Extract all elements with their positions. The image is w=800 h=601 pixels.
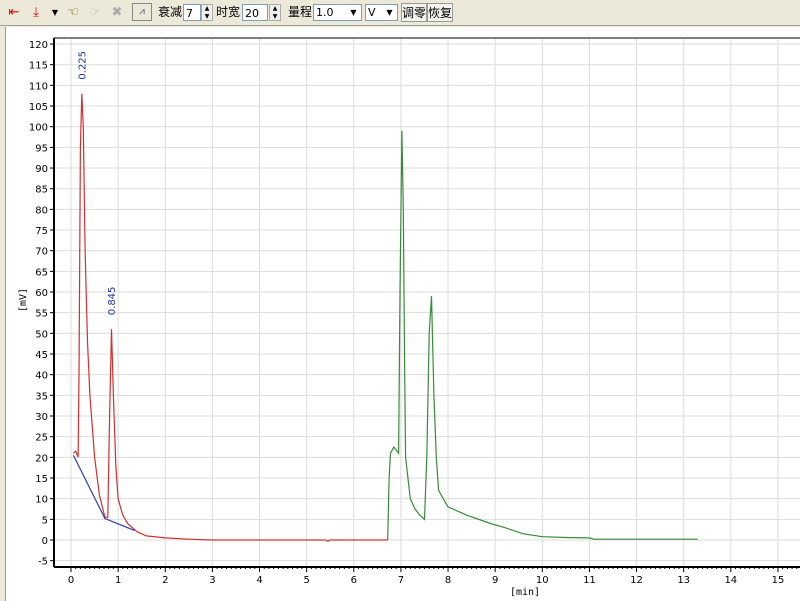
x-tick-label: 15 — [772, 575, 785, 586]
x-tick-label: 7 — [398, 575, 404, 586]
y-tick-label: 10 — [35, 495, 48, 506]
x-tick-label: 14 — [724, 575, 737, 586]
x-tick-label: 12 — [630, 575, 643, 586]
y-tick-label: 5 — [42, 515, 48, 526]
y-tick-label: 80 — [35, 205, 48, 216]
y-tick-label: 0 — [42, 536, 48, 547]
y-tick-label: 65 — [35, 267, 48, 278]
peak-label: 0.225 — [78, 51, 89, 80]
y-tick-label: 100 — [29, 123, 48, 134]
x-tick-label: 6 — [351, 575, 357, 586]
x-tick-label: 1 — [115, 575, 121, 586]
y-tick-label: 120 — [29, 40, 48, 51]
y-tick-label: 85 — [35, 185, 48, 196]
x-tick-label: 8 — [445, 575, 451, 586]
y-tick-label: -5 — [38, 557, 48, 568]
y-tick-label: 45 — [35, 350, 48, 361]
y-tick-label: 15 — [35, 474, 48, 485]
x-tick-label: 0 — [68, 575, 74, 586]
y-tick-label: 55 — [35, 309, 48, 320]
y-tick-label: 25 — [35, 433, 48, 444]
x-tick-label: 5 — [303, 575, 309, 586]
y-tick-label: 90 — [35, 164, 48, 175]
y-tick-label: 30 — [35, 412, 48, 423]
red-trace — [72, 93, 388, 542]
chromatogram-chart: 0 1 2 3 4 5 6 7 8 9 10 11 12 13 14 15-50510152025303540… — [18, 37, 800, 598]
x-tick-label: 4 — [256, 575, 262, 586]
y-tick-label: 20 — [35, 453, 48, 464]
x-tick-label: 11 — [583, 575, 596, 586]
x-tick-label: 3 — [209, 575, 215, 586]
x-axis-label: [min] — [510, 587, 540, 598]
y-tick-label: 105 — [29, 102, 48, 113]
y-tick-label: 75 — [35, 226, 48, 237]
y-tick-label: 70 — [35, 247, 48, 258]
x-tick-label: 2 — [162, 575, 168, 586]
x-tick-label: 9 — [492, 575, 498, 586]
y-tick-label: 95 — [35, 143, 48, 154]
y-tick-label: 40 — [35, 371, 48, 382]
y-tick-label: 115 — [29, 61, 48, 72]
y-tick-label: 110 — [29, 81, 48, 92]
y-axis-label: [mV] — [18, 288, 29, 312]
x-tick-label: 10 — [536, 575, 549, 586]
y-tick-label: 60 — [35, 288, 48, 299]
y-tick-label: 50 — [35, 329, 48, 340]
peak-label: 0.845 — [107, 287, 118, 316]
y-tick-label: 35 — [35, 391, 48, 402]
x-tick-label: 13 — [677, 575, 690, 586]
